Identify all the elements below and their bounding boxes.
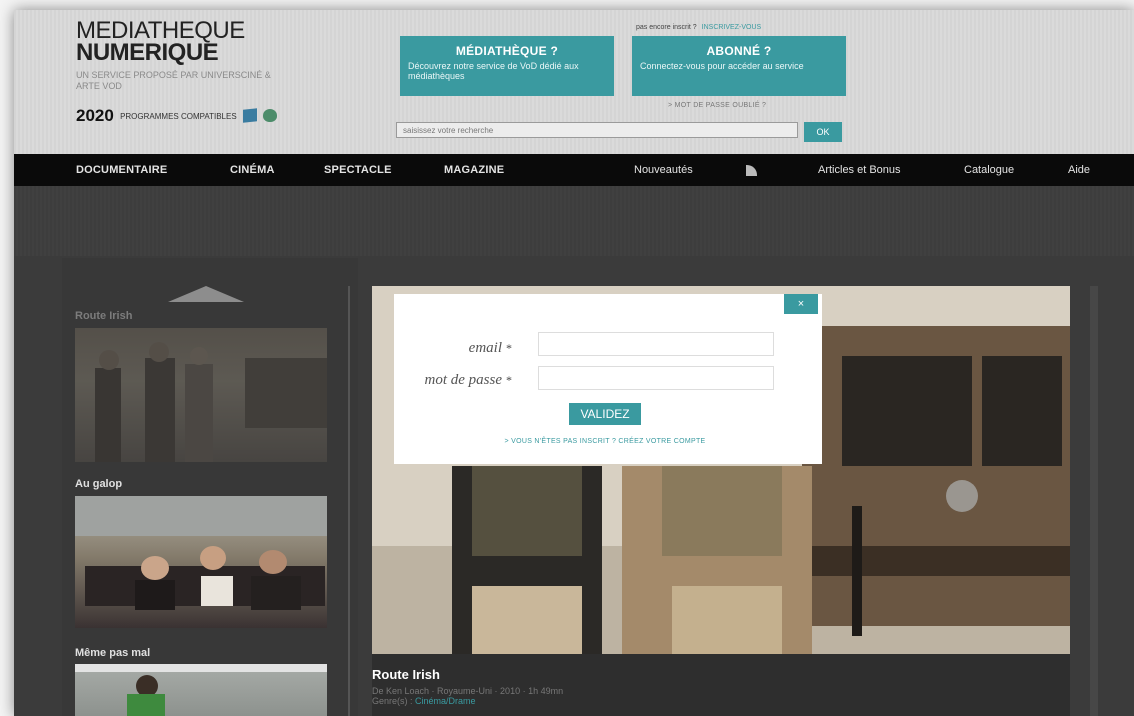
mediatheque-card[interactable]: MÉDIATHÈQUE ? Découvrez notre service de… [400, 36, 614, 96]
scroll-up-arrow-icon[interactable] [168, 286, 244, 302]
featured-title[interactable]: Route Irish [372, 667, 440, 682]
required-mark: * [506, 373, 512, 387]
column-divider [348, 286, 350, 716]
nav-catalogue[interactable]: Catalogue [964, 154, 1014, 186]
nav-nouveautes[interactable]: Nouveautés [634, 154, 693, 186]
email-label-text: email [468, 340, 502, 356]
required-mark: * [506, 341, 512, 355]
site-logo[interactable]: MEDIATHEQUE NUMERIQUE [76, 19, 245, 66]
subscriber-card-text: Connectez-vous pour accéder au service [640, 61, 804, 71]
email-field[interactable] [538, 332, 774, 356]
subscriber-card-title: ABONNÉ ? [706, 44, 772, 58]
search-input[interactable]: saisissez votre recherche [396, 122, 798, 138]
main-nav: DOCUMENTAIRE CINÉMA SPECTACLE MAGAZINE N… [14, 154, 1134, 186]
email-label: email * [392, 340, 512, 357]
sidebar-item-title[interactable]: Route Irish [75, 310, 132, 322]
nav-cinema[interactable]: CINÉMA [230, 154, 275, 186]
scrollbar[interactable] [1090, 286, 1098, 716]
sidebar-thumbnail[interactable] [75, 664, 327, 716]
featured-genre-link[interactable]: Cinéma/Drame [415, 696, 476, 706]
validate-button[interactable]: VALIDEZ [569, 403, 641, 425]
subscriber-card[interactable]: ABONNÉ ? Connectez-vous pour accéder au … [632, 36, 846, 96]
sidebar-item-title[interactable]: Au galop [75, 478, 122, 490]
content-band [14, 186, 1134, 256]
logo-line-2: NUMERIQUE [76, 39, 219, 66]
nav-aide[interactable]: Aide [1068, 154, 1090, 186]
featured-caption [372, 654, 1070, 716]
thumbnail-image [75, 664, 327, 716]
password-label-text: mot de passe [424, 372, 503, 388]
thumbnail-image [75, 496, 327, 610]
nav-magazine[interactable]: MAGAZINE [444, 154, 504, 186]
account-question: pas encore inscrit ? [636, 24, 697, 31]
mediatheque-card-text: Découvrez notre service de VoD dédié aux… [408, 61, 579, 81]
browser-frame: MEDIATHEQUE NUMERIQUE UN SERVICE PROPOSÉ… [14, 10, 1134, 716]
sidebar-item-title[interactable]: Même pas mal [75, 647, 150, 659]
compatible-programs: 2020 PROGRAMMES COMPATIBLES [76, 106, 278, 126]
account-prompt: pas encore inscrit ? INSCRIVEZ-VOUS [636, 24, 761, 31]
create-account-link[interactable]: > VOUS N'ÊTES PAS INSCRIT ? CRÉEZ VOTRE … [392, 438, 818, 445]
program-label: PROGRAMMES COMPATIBLES [120, 112, 237, 121]
windows-icon [242, 108, 257, 123]
apple-icon [263, 109, 278, 122]
program-count: 2020 [76, 106, 114, 125]
featured-meta: De Ken Loach · Royaume-Uni · 2010 · 1h 4… [372, 686, 563, 706]
site-header: MEDIATHEQUE NUMERIQUE UN SERVICE PROPOSÉ… [14, 10, 1134, 154]
rss-icon[interactable] [746, 165, 757, 176]
password-label: mot de passe * [392, 372, 513, 389]
nav-articles-bonus[interactable]: Articles et Bonus [818, 154, 901, 186]
featured-credits: De Ken Loach · Royaume-Uni · 2010 · 1h 4… [372, 686, 564, 696]
nav-documentaire[interactable]: DOCUMENTAIRE [76, 154, 167, 186]
forgot-password-link[interactable]: > MOT DE PASSE OUBLIÉ ? [668, 102, 766, 109]
sidebar-thumbnail[interactable] [75, 328, 327, 462]
close-icon[interactable]: × [784, 294, 818, 314]
nav-spectacle[interactable]: SPECTACLE [324, 154, 392, 186]
logo-tagline: UN SERVICE PROPOSÉ PAR UNIVERSCINÉ & ART… [76, 70, 271, 91]
sidebar-thumbnail[interactable] [75, 496, 327, 628]
search-button[interactable]: OK [804, 122, 842, 142]
mediatheque-card-title: MÉDIATHÈQUE ? [455, 44, 559, 58]
featured-genre-label: Genre(s) : [372, 696, 413, 706]
signup-link[interactable]: INSCRIVEZ-VOUS [702, 24, 762, 31]
password-field[interactable] [538, 366, 774, 390]
thumbnail-image [95, 342, 327, 462]
